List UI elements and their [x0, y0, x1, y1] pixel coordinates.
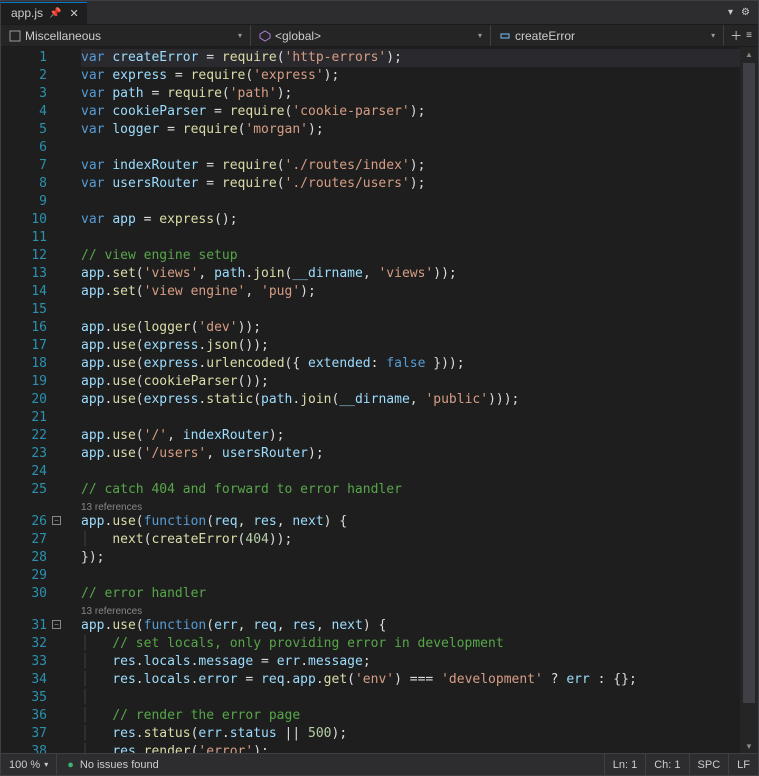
pin-icon[interactable]: 📌 [49, 8, 61, 19]
context-project[interactable]: Miscellaneous ▾ [1, 25, 251, 46]
dropdown-icon[interactable]: ▾ [728, 7, 733, 18]
line-gutter: 1234567891011121314151617181920212223242… [1, 47, 65, 753]
plus-icon[interactable]: ＋ [730, 27, 742, 44]
check-icon: ● [67, 759, 74, 771]
cube-icon [259, 30, 271, 42]
scroll-up-icon[interactable]: ▲ [740, 47, 758, 61]
tab-bar: app.js 📌 ✕ ▾ ⚙ [1, 1, 758, 25]
status-bar: 100 % ▾ ● No issues found Ln: 1 Ch: 1 SP… [1, 753, 758, 775]
editor-area: 1234567891011121314151617181920212223242… [1, 47, 758, 753]
fold-toggle[interactable]: − [52, 620, 61, 629]
code-content[interactable]: var createError = require('http-errors')… [65, 47, 740, 753]
gear-icon[interactable]: ⚙ [741, 7, 750, 18]
context-member-label: createError [515, 29, 575, 43]
eol-indicator[interactable]: LF [728, 754, 758, 775]
context-bar: Miscellaneous ▾ <global> ▾ createError ▾… [1, 25, 758, 47]
tab-app-js[interactable]: app.js 📌 ✕ [1, 2, 87, 24]
vertical-scrollbar[interactable]: ▲ ▼ [740, 47, 758, 753]
chevron-down-icon: ▾ [44, 760, 48, 769]
misc-icon [9, 30, 21, 42]
scroll-down-icon[interactable]: ▼ [740, 739, 758, 753]
context-project-label: Miscellaneous [25, 29, 101, 43]
zoom-level[interactable]: 100 % ▾ [1, 754, 57, 775]
scroll-thumb[interactable] [743, 63, 755, 703]
context-scope[interactable]: <global> ▾ [251, 25, 491, 46]
line-indicator[interactable]: Ln: 1 [604, 754, 645, 775]
chevron-down-icon: ▾ [238, 31, 242, 40]
tab-title: app.js [11, 6, 43, 20]
codelens[interactable]: 13 references [81, 603, 740, 617]
close-icon[interactable]: ✕ [67, 7, 80, 20]
field-icon [499, 30, 511, 42]
codelens[interactable]: 13 references [81, 499, 740, 513]
issues-text: No issues found [80, 759, 159, 771]
chevron-down-icon: ▾ [711, 31, 715, 40]
fold-toggle[interactable]: − [52, 516, 61, 525]
indent-indicator[interactable]: SPC [689, 754, 729, 775]
split-icon[interactable]: ≡ [746, 30, 752, 41]
zoom-text: 100 % [9, 759, 40, 771]
context-scope-label: <global> [275, 29, 321, 43]
issues-status[interactable]: ● No issues found [57, 759, 169, 771]
context-member[interactable]: createError ▾ [491, 25, 724, 46]
chevron-down-icon: ▾ [478, 31, 482, 40]
char-indicator[interactable]: Ch: 1 [645, 754, 688, 775]
